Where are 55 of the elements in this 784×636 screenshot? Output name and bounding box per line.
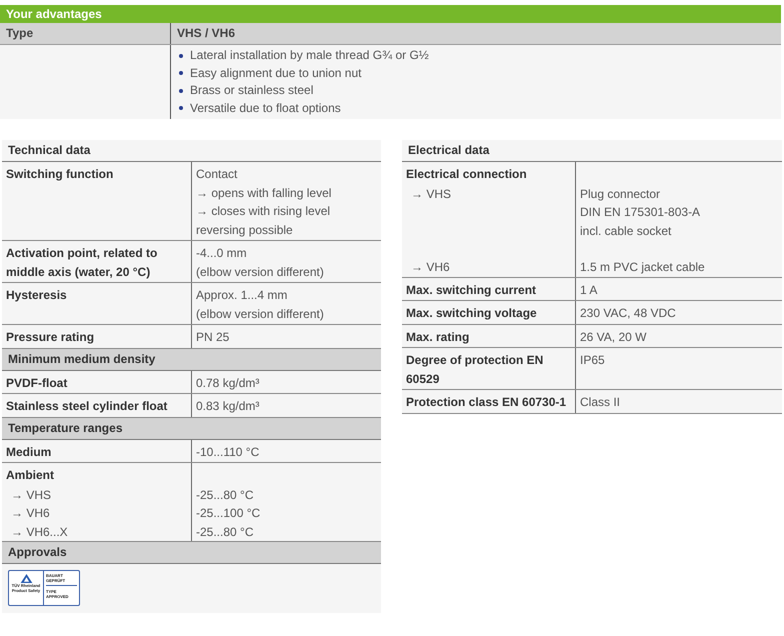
row-label: Medium (6, 444, 52, 458)
value-text: -4...0 mm (196, 245, 248, 262)
list-item: Versatile due to float options (177, 100, 775, 117)
triangle-icon (20, 573, 32, 584)
row-label: Protection class EN 60730-1 (406, 395, 566, 409)
row-label: Activation point, related to middle axis (water, 20 °C) (6, 246, 158, 278)
value-text: Plug connector (580, 186, 662, 202)
row-label: Hysteresis (6, 288, 67, 302)
section-header: Your advantages (0, 5, 781, 23)
table-title: Electrical data (402, 140, 782, 162)
list-item: Brass or stainless steel (177, 82, 775, 100)
value-text: Class II (580, 394, 622, 411)
value-text: -25...80 °C (196, 486, 254, 504)
row-label: Ambient (6, 468, 54, 482)
table-title: Technical data (2, 140, 381, 162)
value-text: → opens with falling level (196, 184, 332, 202)
value-text: 1 A (580, 282, 598, 298)
row-sublabel: → VH6 (10, 505, 50, 522)
row-label: Max. switching voltage (406, 306, 537, 320)
value-text: 0.78 kg/dm³ (196, 374, 260, 392)
list-item: Easy alignment due to union nut (177, 64, 775, 82)
row-sublabel: → VH6 (410, 259, 450, 276)
value-text: 0.83 kg/dm³ (196, 398, 260, 415)
row-label: Max. switching current (406, 282, 536, 296)
row-label: Electrical connection (406, 167, 527, 181)
value-text: 26 VA, 20 W (580, 328, 648, 346)
section-heading: Minimum medium density (2, 348, 381, 370)
row-label: Max. rating (406, 330, 470, 344)
row-sublabel: → VHS (410, 186, 452, 202)
row-label: Stainless steel cylinder float (6, 399, 168, 413)
row-sublabel: → VHS (10, 486, 52, 504)
value-text: -25...80 °C (196, 524, 254, 540)
value-text: 1.5 m PVC jacket cable (580, 259, 706, 276)
row-label: Degree of protection EN 60529 (406, 353, 544, 386)
row-sublabel: → VH6...X (10, 524, 68, 540)
row-label: Pressure rating (6, 330, 94, 344)
value-text: IP65 (580, 352, 606, 369)
value-text: → closes with rising level (196, 203, 332, 220)
value-text: Approx. 1...4 mm (196, 287, 288, 304)
value-text: Contact (196, 166, 238, 183)
value-text: reversing possible (196, 222, 294, 238)
row-label: Switching function (6, 167, 114, 181)
value-text: -10...110 °C (196, 444, 260, 460)
value-text: PN 25 (196, 329, 230, 346)
list-item: Lateral installation by male thread G¾ or G½ (177, 47, 775, 64)
column-header: VHS / VH6 (176, 25, 236, 42)
section-heading: Temperature ranges (2, 418, 381, 440)
section-heading: Approvals (2, 542, 381, 564)
value-text: incl. cable socket (580, 222, 672, 240)
row-label: PVDF-float (6, 376, 68, 390)
value-text: DIN EN 175301-803-A (580, 204, 702, 221)
value-text: 230 VAC, 48 VDC (580, 305, 677, 322)
value-text: (elbow version different) (196, 264, 325, 280)
value-text: -25...100 °C (196, 505, 262, 522)
value-text: (elbow version different) (196, 306, 325, 322)
